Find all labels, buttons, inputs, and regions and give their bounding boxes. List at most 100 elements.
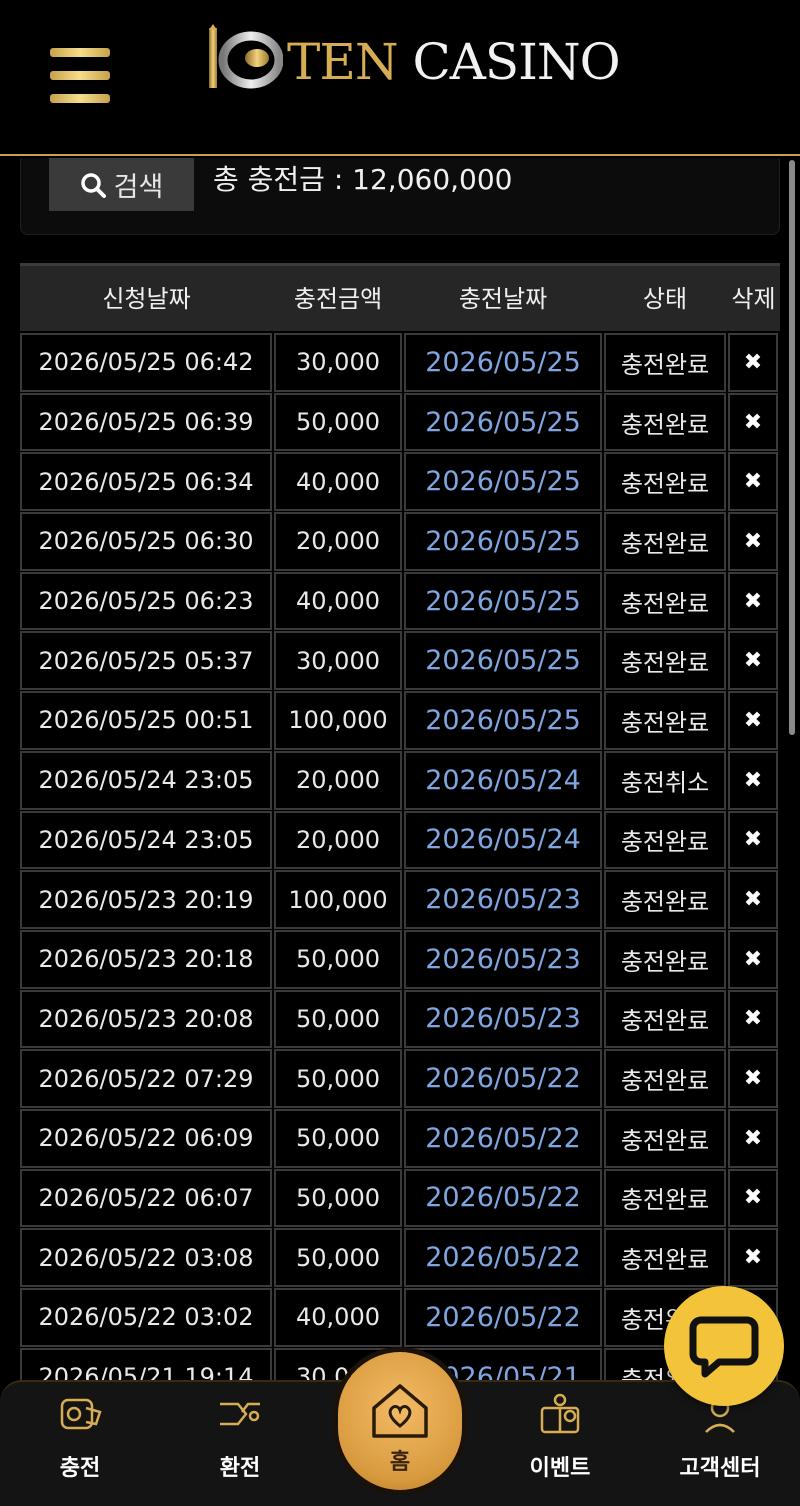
search-icon <box>80 172 106 198</box>
deposit-date-cell[interactable]: 2026/05/25 <box>404 571 602 631</box>
delete-button[interactable]: ✖ <box>728 512 778 571</box>
search-panel: 검색 총 충전금 : 12,060,000 <box>20 158 780 235</box>
nav-withdraw[interactable]: 환전 <box>170 1382 310 1506</box>
delete-button[interactable]: ✖ <box>728 452 778 512</box>
request-date-cell: 2026/05/25 06:23 <box>20 571 272 631</box>
header-deposit-date: 충전날짜 <box>458 284 548 313</box>
deposit-date-cell[interactable]: 2026/05/25 <box>404 691 602 750</box>
status-cell: 충전완료 <box>604 989 726 1049</box>
deposit-date-cell[interactable]: 2026/05/25 <box>404 333 602 392</box>
amount-cell: 20,000 <box>274 810 402 870</box>
nav-home[interactable]: 홈 <box>338 1352 462 1490</box>
deposit-date-cell[interactable]: 2026/05/24 <box>404 810 602 870</box>
delete-button[interactable]: ✖ <box>728 691 778 750</box>
delete-button[interactable]: ✖ <box>728 571 778 631</box>
deposit-icon <box>60 1398 102 1430</box>
deposit-date-cell[interactable]: 2026/05/22 <box>404 1108 602 1168</box>
deposit-date-cell[interactable]: 2026/05/24 <box>404 750 602 810</box>
status-cell: 충전완료 <box>604 1049 726 1108</box>
menu-icon[interactable] <box>50 48 110 104</box>
deposit-date-cell[interactable]: 2026/05/22 <box>404 1168 602 1228</box>
amount-cell: 50,000 <box>274 989 402 1049</box>
delete-button[interactable]: ✖ <box>728 1049 778 1108</box>
table-row: 2026/05/22 06:07 50,000 2026/05/22 충전완료 ✖ <box>20 1168 780 1229</box>
amount-cell: 30,000 <box>274 333 402 392</box>
header: TEN CASINO <box>0 0 800 156</box>
nav-withdraw-label: 환전 <box>219 1456 261 1481</box>
deposit-date-cell[interactable]: 2026/05/25 <box>404 452 602 512</box>
search-button[interactable]: 검색 <box>49 158 194 211</box>
deposit-date-cell[interactable]: 2026/05/22 <box>404 1228 602 1287</box>
deposit-date-cell[interactable]: 2026/05/23 <box>404 870 602 929</box>
status-cell: 충전완료 <box>604 1168 726 1228</box>
table-row: 2026/05/25 06:30 20,000 2026/05/25 충전완료 ✖ <box>20 512 780 572</box>
delete-button[interactable]: ✖ <box>728 810 778 870</box>
table-row: 2026/05/25 06:42 30,000 2026/05/25 충전완료 ✖ <box>20 333 780 393</box>
amount-cell: 20,000 <box>274 512 402 571</box>
deposit-date-cell[interactable]: 2026/05/23 <box>404 989 602 1049</box>
table-row: 2026/05/22 03:08 50,000 2026/05/22 충전완료 ✖ <box>20 1228 780 1288</box>
amount-cell: 50,000 <box>274 1228 402 1287</box>
delete-button[interactable]: ✖ <box>728 333 778 392</box>
deposit-date-cell[interactable]: 2026/05/25 <box>404 512 602 571</box>
delete-button[interactable]: ✖ <box>728 1228 778 1287</box>
deposit-date-cell[interactable]: 2026/05/22 <box>404 1288 602 1347</box>
request-date-cell: 2026/05/23 20:08 <box>20 989 272 1049</box>
request-date-cell: 2026/05/22 06:09 <box>20 1108 272 1168</box>
table-row: 2026/05/23 20:18 50,000 2026/05/23 충전완료 ✖ <box>20 929 780 990</box>
brand-logo[interactable]: TEN CASINO <box>207 22 621 94</box>
deposit-date-cell[interactable]: 2026/05/22 <box>404 1049 602 1108</box>
nav-event[interactable]: 이벤트 <box>490 1382 630 1506</box>
table-row: 2026/05/24 23:05 20,000 2026/05/24 충전취소 ✖ <box>20 750 780 811</box>
amount-cell: 50,000 <box>274 392 402 452</box>
request-date-cell: 2026/05/25 06:39 <box>20 392 272 452</box>
amount-cell: 50,000 <box>274 1108 402 1168</box>
chat-bubble-icon <box>689 1316 759 1378</box>
nav-deposit-label: 충전 <box>59 1456 101 1481</box>
delete-button[interactable]: ✖ <box>728 1108 778 1168</box>
nav-deposit[interactable]: 충전 <box>10 1382 150 1506</box>
withdraw-icon <box>220 1402 260 1426</box>
amount-cell: 30,000 <box>274 631 402 691</box>
amount-cell: 50,000 <box>274 929 402 989</box>
nav-support-label: 고객센터 <box>679 1456 761 1481</box>
table-row: 2026/05/24 23:05 20,000 2026/05/24 충전완료 ✖ <box>20 810 780 871</box>
amount-cell: 40,000 <box>274 452 402 512</box>
scrollbar[interactable] <box>789 160 795 735</box>
delete-button[interactable]: ✖ <box>728 392 778 452</box>
deposit-date-cell[interactable]: 2026/05/25 <box>404 392 602 452</box>
header-amount: 충전금액 <box>293 284 383 313</box>
amount-cell: 100,000 <box>274 870 402 929</box>
status-cell: 충전완료 <box>604 1108 726 1168</box>
header-delete: 삭제 <box>731 284 776 313</box>
delete-button[interactable]: ✖ <box>728 1168 778 1228</box>
nav-event-label: 이벤트 <box>529 1456 591 1481</box>
request-date-cell: 2026/05/25 00:51 <box>20 691 272 750</box>
deposit-date-cell[interactable]: 2026/05/25 <box>404 631 602 691</box>
delete-button[interactable]: ✖ <box>728 929 778 989</box>
table-body: 2026/05/25 06:42 30,000 2026/05/25 충전완료 ✖ 202… <box>20 333 780 1407</box>
delete-button[interactable]: ✖ <box>728 870 778 929</box>
table-header: 신청날짜 충전금액 충전날짜 상태 삭제 <box>20 263 780 331</box>
delete-button[interactable]: ✖ <box>728 989 778 1049</box>
status-cell: 충전완료 <box>604 392 726 452</box>
request-date-cell: 2026/05/24 23:05 <box>20 810 272 870</box>
request-date-cell: 2026/05/25 05:37 <box>20 631 272 691</box>
brand-ten: TEN <box>287 33 399 91</box>
deposit-date-cell[interactable]: 2026/05/23 <box>404 929 602 989</box>
request-date-cell: 2026/05/25 06:34 <box>20 452 272 512</box>
table-row: 2026/05/22 06:09 50,000 2026/05/22 충전완료 ✖ <box>20 1108 780 1169</box>
status-cell: 충전완료 <box>604 929 726 989</box>
live-chat-button[interactable] <box>664 1286 784 1406</box>
table-row: 2026/05/25 06:23 40,000 2026/05/25 충전완료 ✖ <box>20 571 780 632</box>
status-cell: 충전취소 <box>604 750 726 810</box>
amount-cell: 20,000 <box>274 750 402 810</box>
request-date-cell: 2026/05/22 07:29 <box>20 1049 272 1108</box>
request-date-cell: 2026/05/25 06:42 <box>20 333 272 392</box>
status-cell: 충전완료 <box>604 571 726 631</box>
status-cell: 충전완료 <box>604 333 726 392</box>
home-heart-icon <box>372 1384 428 1438</box>
status-cell: 충전완료 <box>604 452 726 512</box>
delete-button[interactable]: ✖ <box>728 631 778 691</box>
delete-button[interactable]: ✖ <box>728 750 778 810</box>
